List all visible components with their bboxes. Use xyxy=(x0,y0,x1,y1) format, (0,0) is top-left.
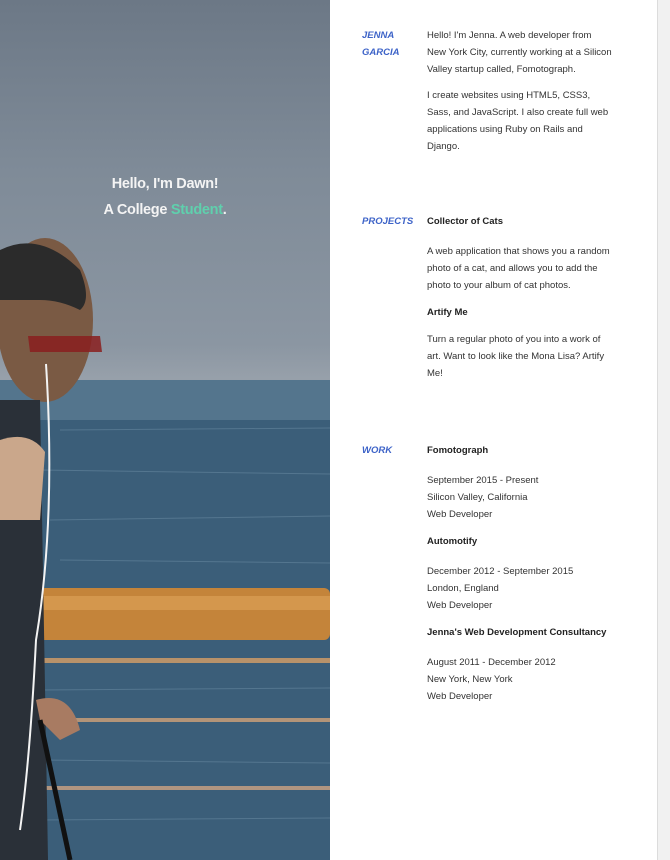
hero-tagline-prefix: A College xyxy=(103,202,171,218)
projects-label: PROJECTS xyxy=(362,216,414,227)
hero-tagline: A College Student. xyxy=(0,202,330,218)
work-role: Web Developer xyxy=(427,509,493,520)
hero-section: Hello, I'm Dawn! A College Student. xyxy=(0,0,330,860)
right-edge-scrollbar[interactable] xyxy=(657,0,670,860)
name-label: JENNA GARCIA xyxy=(362,30,400,58)
hero-tagline-accent: Student xyxy=(170,202,223,218)
about-paragraph-2: I create websites using HTML5, CSS3, Sas… xyxy=(427,90,609,152)
work-role: Web Developer xyxy=(427,691,493,702)
resume-panel: JENNA GARCIA Hello! I'm Jenna. A web dev… xyxy=(330,0,657,860)
work-location: New York, New York xyxy=(427,674,513,685)
project-title: Artify Me xyxy=(427,307,468,318)
about-paragraph-1: Hello! I'm Jenna. A web developer from N… xyxy=(427,30,612,75)
work-company: Jenna's Web Development Consultancy xyxy=(427,627,607,638)
work-dates: August 2011 - December 2012 xyxy=(427,657,556,668)
page: Hello, I'm Dawn! A College Student. JENN… xyxy=(0,0,670,860)
work-dates: December 2012 - September 2015 xyxy=(427,566,574,577)
work-company: Automotify xyxy=(427,536,478,547)
work-location: London, England xyxy=(427,583,499,594)
work-section: Fomotograph September 2015 - Present Sil… xyxy=(427,442,612,705)
work-company: Fomotograph xyxy=(427,445,489,456)
project-description: A web application that shows you a rando… xyxy=(427,246,610,291)
hero-greeting: Hello, I'm Dawn! xyxy=(111,176,219,192)
work-role: Web Developer xyxy=(427,600,493,611)
about-section: Hello! I'm Jenna. A web developer from N… xyxy=(427,27,612,155)
hero-background-photo xyxy=(0,238,330,860)
work-label: WORK xyxy=(362,445,393,456)
work-location: Silicon Valley, California xyxy=(427,492,528,503)
project-title: Collector of Cats xyxy=(427,216,504,227)
work-dates: September 2015 - Present xyxy=(427,475,539,486)
hero-tagline-suffix: . xyxy=(222,202,227,218)
projects-section: Collector of Cats A web application that… xyxy=(427,213,612,382)
project-description: Turn a regular photo of you into a work … xyxy=(427,334,605,379)
